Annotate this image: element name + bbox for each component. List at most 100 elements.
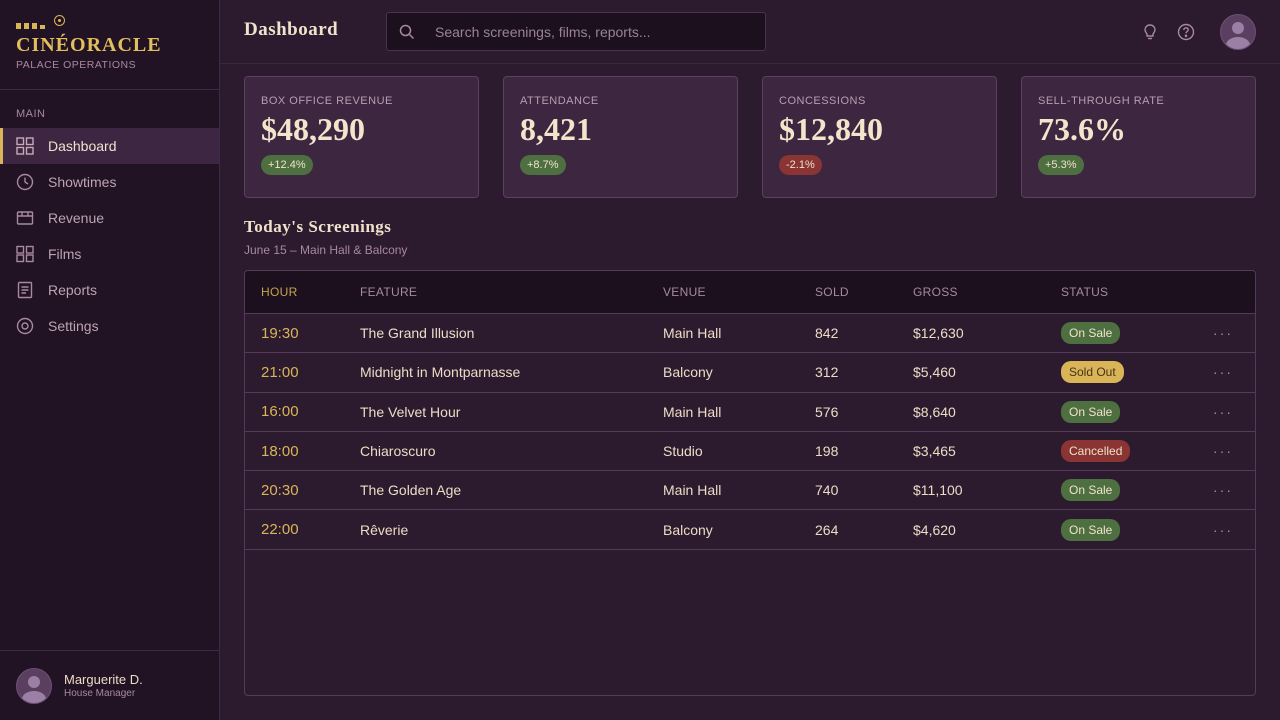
brand: CINÉORACLE PALACE OPERATIONS <box>0 0 219 90</box>
lightbulb-icon[interactable] <box>1140 22 1160 42</box>
column-header-sold[interactable]: SOLD <box>815 285 849 299</box>
stat-delta-badge: +5.3% <box>1038 155 1084 175</box>
cell-gross: $3,465 <box>913 443 956 460</box>
brand-name: CINÉORACLE <box>16 34 162 56</box>
cell-hour: 19:30 <box>261 324 299 342</box>
cell-gross: $11,100 <box>913 482 963 499</box>
search-icon <box>387 24 427 40</box>
stat-label: CONCESSIONS <box>779 95 866 107</box>
cell-feature: The Velvet Hour <box>360 403 461 420</box>
table-row[interactable]: 22:00 Rêverie Balcony 264 $4,620 On Sale ··· <box>245 510 1255 550</box>
status-badge: Cancelled <box>1061 440 1131 463</box>
cell-feature: Chiaroscuro <box>360 443 436 460</box>
table-row[interactable]: 19:30 The Grand Illusion Main Hall 842 $12,6… <box>245 314 1255 354</box>
avatar <box>16 667 52 704</box>
cell-venue: Main Hall <box>663 325 722 342</box>
cell-feature: Rêverie <box>360 521 409 538</box>
stat-value: 8,421 <box>520 111 592 147</box>
cell-gross: $8,640 <box>913 403 956 420</box>
section-subtitle: June 15 – Main Hall & Balcony <box>244 243 408 257</box>
search-box[interactable] <box>386 12 766 51</box>
sidebar-item-films[interactable]: Films <box>0 236 219 272</box>
column-header-status[interactable]: STATUS <box>1061 285 1108 299</box>
cell-hour: 20:30 <box>261 481 299 499</box>
cell-hour: 18:00 <box>261 442 299 460</box>
sidebar-item-label: Showtimes <box>48 174 117 190</box>
status-badge: Sold Out <box>1061 361 1124 384</box>
help-icon[interactable] <box>1176 22 1196 42</box>
film-grid-icon <box>16 245 34 263</box>
brand-subtitle: PALACE OPERATIONS <box>16 59 137 71</box>
gear-icon <box>16 317 34 335</box>
stat-value: 73.6% <box>1038 111 1126 147</box>
more-options-icon[interactable]: ··· <box>1213 443 1233 459</box>
sidebar-item-label: Settings <box>48 318 99 334</box>
status-badge: On Sale <box>1061 518 1121 541</box>
cell-sold: 264 <box>815 521 839 538</box>
table-header: HOUR FEATURE VENUE SOLD GROSS STATUS <box>245 271 1255 314</box>
sidebar-item-reports[interactable]: Reports <box>0 272 219 308</box>
more-options-icon[interactable]: ··· <box>1213 404 1233 420</box>
stat-card-box-office: BOX OFFICE REVENUE $48,290 +12.4% <box>244 76 479 198</box>
stat-card-concessions: CONCESSIONS $12,840 -2.1% <box>762 76 997 198</box>
cell-hour: 22:00 <box>261 521 299 539</box>
cell-feature: Midnight in Montparnasse <box>360 364 521 381</box>
stat-value: $12,840 <box>779 111 883 147</box>
sidebar-item-label: Dashboard <box>48 138 117 154</box>
stat-card-attendance: ATTENDANCE 8,421 +8.7% <box>503 76 738 198</box>
user-profile[interactable]: Marguerite D. House Manager <box>0 650 219 720</box>
cell-venue: Main Hall <box>663 403 722 420</box>
more-options-icon[interactable]: ··· <box>1213 522 1233 538</box>
cell-sold: 576 <box>815 403 839 420</box>
table-row[interactable]: 16:00 The Velvet Hour Main Hall 576 $8,640 On… <box>245 393 1255 432</box>
page-title: Dashboard <box>244 19 339 40</box>
status-badge: On Sale <box>1061 479 1121 502</box>
stat-label: BOX OFFICE REVENUE <box>261 95 393 107</box>
more-options-icon[interactable]: ··· <box>1213 364 1233 380</box>
cell-venue: Balcony <box>663 364 713 381</box>
search-input[interactable] <box>435 23 755 40</box>
table-row[interactable]: 21:00 Midnight in Montparnasse Balcony 312 $… <box>245 353 1255 393</box>
cell-gross: $4,620 <box>913 521 956 538</box>
cell-feature: The Grand Illusion <box>360 325 475 342</box>
more-options-icon[interactable]: ··· <box>1213 482 1233 498</box>
sidebar-item-settings[interactable]: Settings <box>0 308 219 344</box>
stat-label: ATTENDANCE <box>520 95 599 107</box>
clock-icon <box>16 173 34 191</box>
sidebar-item-showtimes[interactable]: Showtimes <box>0 164 219 200</box>
cell-hour: 16:00 <box>261 403 299 421</box>
sidebar-item-label: Reports <box>48 282 98 298</box>
sidebar-item-label: Revenue <box>48 210 105 226</box>
cell-gross: $5,460 <box>913 364 956 381</box>
status-badge: On Sale <box>1061 400 1121 423</box>
grid-icon <box>16 137 34 155</box>
cell-feature: The Golden Age <box>360 482 462 499</box>
cell-sold: 198 <box>815 443 839 460</box>
more-options-icon[interactable]: ··· <box>1213 325 1233 341</box>
column-header-feature[interactable]: FEATURE <box>360 285 417 299</box>
table-row[interactable]: 20:30 The Golden Age Main Hall 740 $11,100 On… <box>245 471 1255 511</box>
sidebar-item-label: Films <box>48 246 82 262</box>
stat-value: $48,290 <box>261 111 365 147</box>
stat-delta-badge: +8.7% <box>520 155 566 175</box>
screenings-table: HOUR FEATURE VENUE SOLD GROSS STATUS 19:… <box>244 270 1256 696</box>
cell-hour: 21:00 <box>261 363 299 381</box>
column-header-hour[interactable]: HOUR <box>261 285 298 299</box>
column-header-gross[interactable]: GROSS <box>913 285 958 299</box>
stat-card-sell-through: SELL-THROUGH RATE 73.6% +5.3% <box>1021 76 1256 198</box>
status-badge: On Sale <box>1061 322 1121 345</box>
cell-sold: 740 <box>815 482 839 499</box>
user-name: Marguerite D. <box>64 672 143 687</box>
table-row[interactable]: 18:00 Chiaroscuro Studio 198 $3,465 Cancelled… <box>245 432 1255 472</box>
cell-sold: 312 <box>815 364 839 381</box>
cell-venue: Main Hall <box>663 482 722 499</box>
cell-sold: 842 <box>815 325 839 342</box>
sidebar-item-revenue[interactable]: Revenue <box>0 200 219 236</box>
stats-cards: BOX OFFICE REVENUE $48,290 +12.4% ATTEND… <box>244 76 1256 198</box>
stat-delta-badge: -2.1% <box>779 155 822 175</box>
sidebar-item-dashboard[interactable]: Dashboard <box>0 128 219 164</box>
column-header-venue[interactable]: VENUE <box>663 285 706 299</box>
nav-section-label: MAIN <box>16 108 46 120</box>
cell-venue: Balcony <box>663 521 713 538</box>
profile-avatar[interactable] <box>1220 14 1256 50</box>
